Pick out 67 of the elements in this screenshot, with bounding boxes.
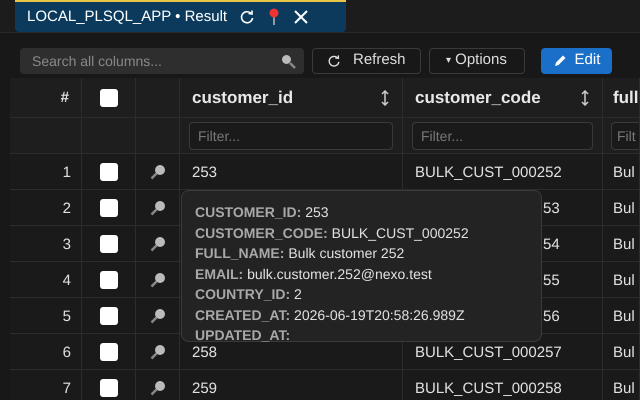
checkbox[interactable] bbox=[100, 234, 118, 252]
checkbox[interactable] bbox=[100, 162, 118, 180]
search-field[interactable]: Search all columns... bbox=[20, 48, 304, 74]
tooltip-line: EMAIL: bulk.customer.252@nexo.test bbox=[195, 264, 433, 284]
close-icon[interactable] bbox=[293, 9, 310, 25]
checkbox[interactable] bbox=[100, 270, 118, 288]
edit-button[interactable]: Edit bbox=[540, 48, 612, 74]
refresh-icon[interactable] bbox=[239, 9, 256, 25]
row-number: 1 bbox=[62, 163, 71, 183]
row-number: 2 bbox=[62, 199, 71, 219]
tooltip-line: COUNTRY_ID: 2 bbox=[195, 285, 303, 304]
table-cell-text: BULK_CUST_000252 bbox=[415, 163, 562, 183]
tooltip-line: FULL_NAME: Bulk customer 252 bbox=[195, 244, 406, 263]
table-cell-text: BULK_CUST_000258 bbox=[415, 379, 562, 399]
table-cell-text: 56 bbox=[543, 307, 560, 327]
table-cell-text: 258 bbox=[192, 343, 218, 363]
row-number: 7 bbox=[62, 379, 71, 399]
tooltip-line: CUSTOMER_ID: 253 bbox=[195, 203, 330, 222]
table-cell-text: Bul bbox=[613, 307, 635, 327]
table-cell-text: Bul bbox=[613, 271, 635, 291]
sort-icon[interactable] bbox=[380, 90, 390, 106]
checkbox[interactable] bbox=[100, 342, 118, 360]
column-header[interactable]: customer_code bbox=[415, 84, 541, 110]
table-cell-text: Bul bbox=[613, 199, 635, 219]
magnifier-icon[interactable] bbox=[150, 308, 166, 324]
table-cell-text: 253 bbox=[192, 163, 218, 183]
tooltip-line: UPDATED_AT: bbox=[195, 326, 292, 345]
tab-title: LOCAL_PLSQL_APP • Result bbox=[27, 6, 228, 27]
tooltip-line: CUSTOMER_CODE: BULK_CUST_000252 bbox=[195, 224, 470, 243]
search-icon bbox=[280, 52, 296, 68]
magnifier-icon[interactable] bbox=[150, 200, 166, 216]
pencil-icon bbox=[552, 54, 567, 68]
checkbox[interactable] bbox=[100, 378, 118, 396]
table-cell-text: 55 bbox=[543, 271, 560, 291]
magnifier-icon[interactable] bbox=[150, 344, 166, 360]
column-header[interactable]: full bbox=[613, 84, 638, 110]
table-cell-text: Bul bbox=[613, 163, 635, 183]
table-cell-text: 53 bbox=[543, 199, 560, 219]
refresh-button[interactable]: Refresh bbox=[312, 48, 421, 74]
magnifier-icon[interactable] bbox=[150, 272, 166, 288]
table-cell-text: BULK_CUST_000257 bbox=[415, 343, 562, 363]
pin-icon[interactable] bbox=[267, 8, 282, 26]
options-button[interactable]: ▾ Options bbox=[428, 48, 525, 74]
refresh-icon bbox=[327, 54, 341, 68]
table-cell-text: Bul bbox=[613, 379, 635, 399]
row-number: 6 bbox=[62, 343, 71, 363]
magnifier-icon[interactable] bbox=[150, 236, 166, 252]
result-tab[interactable]: LOCAL_PLSQL_APP • Result bbox=[15, 0, 346, 32]
magnifier-icon[interactable] bbox=[150, 164, 166, 180]
filter-field[interactable]: Filter... bbox=[412, 122, 593, 150]
table-cell-text: Bul bbox=[613, 235, 635, 255]
tooltip-line: CREATED_AT: 2026-06-19T20:58:26.989Z bbox=[195, 306, 466, 324]
checkbox[interactable] bbox=[100, 88, 118, 106]
column-header[interactable]: customer_id bbox=[192, 84, 294, 110]
table-cell-text: 259 bbox=[192, 379, 218, 399]
checkbox[interactable] bbox=[100, 306, 118, 324]
row-number: 5 bbox=[62, 307, 71, 327]
filter-field[interactable]: Filter... bbox=[189, 122, 393, 150]
checkbox[interactable] bbox=[100, 198, 118, 216]
column-header: # bbox=[60, 88, 69, 108]
magnifier-icon[interactable] bbox=[150, 380, 166, 396]
table-cell-text: 54 bbox=[543, 235, 560, 255]
row-number: 4 bbox=[62, 271, 71, 291]
table-cell-text: Bul bbox=[613, 343, 635, 363]
filter-field[interactable]: Filt bbox=[611, 122, 639, 150]
sort-icon[interactable] bbox=[580, 90, 590, 106]
row-number: 3 bbox=[62, 235, 71, 255]
